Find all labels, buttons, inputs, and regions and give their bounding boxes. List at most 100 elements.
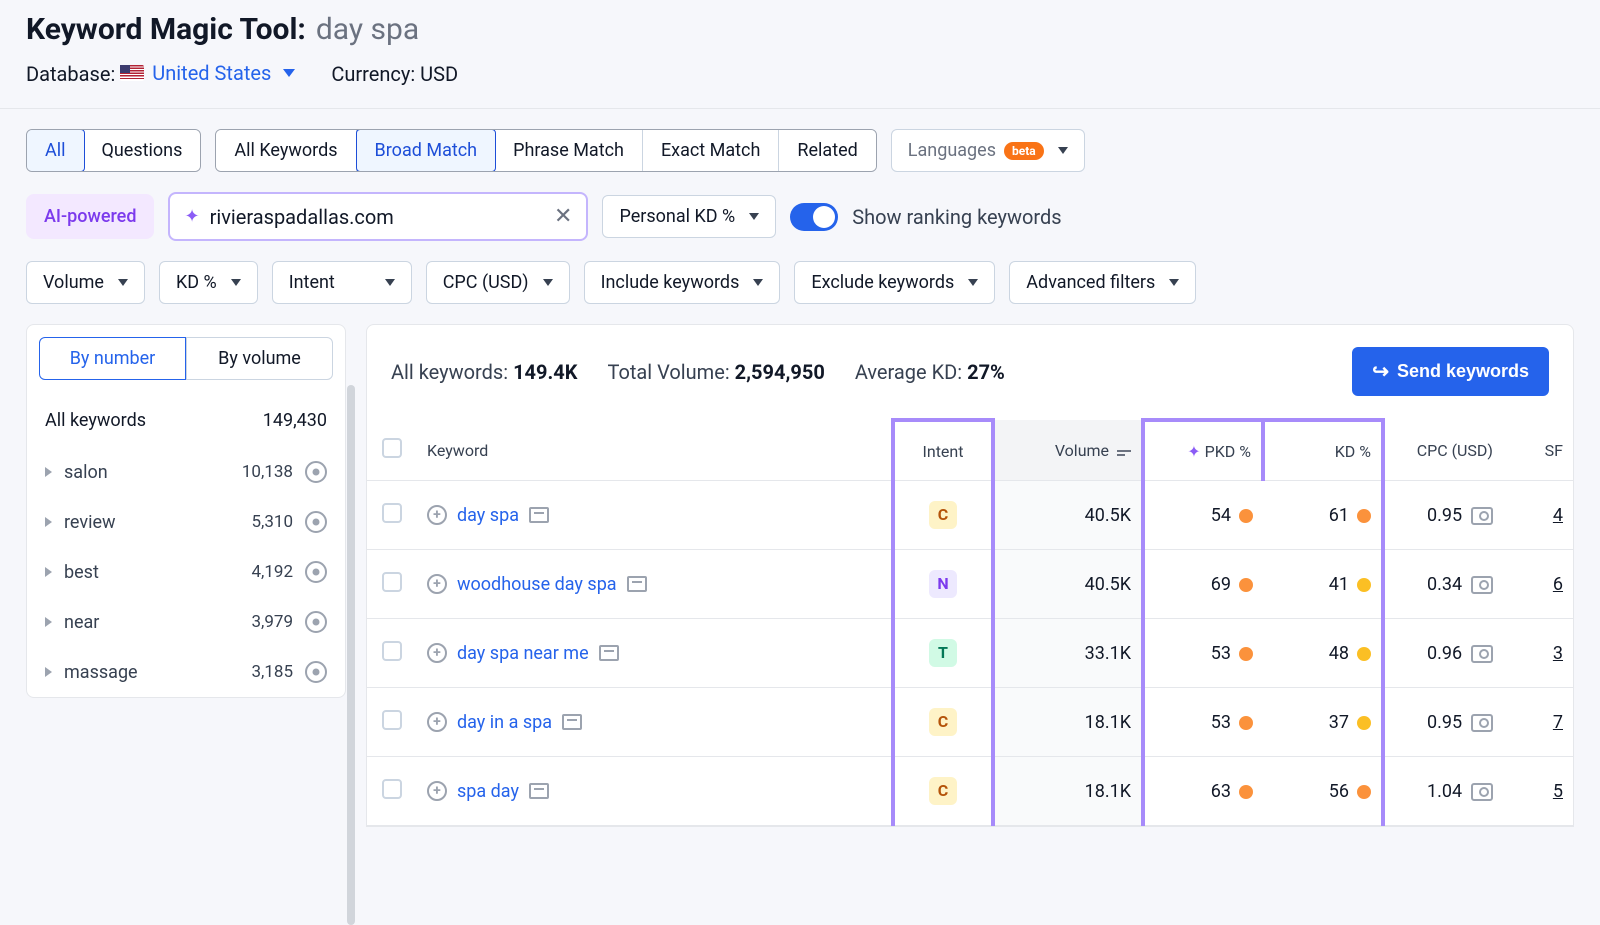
row-checkbox[interactable]	[382, 572, 402, 592]
eye-icon[interactable]	[305, 561, 327, 583]
eye-icon[interactable]	[305, 661, 327, 683]
eye-icon[interactable]	[305, 611, 327, 633]
sidebar-item-count: 3,185	[251, 662, 293, 682]
match-all-keywords[interactable]: All Keywords	[216, 130, 356, 171]
serp-icon[interactable]	[1471, 576, 1493, 594]
eye-icon[interactable]	[305, 511, 327, 533]
match-broad[interactable]: Broad Match	[356, 129, 497, 172]
sidebar-item[interactable]: best 4,192	[27, 547, 345, 597]
table-row: + woodhouse day spa N 40.5K 69 41 0.34 6	[367, 550, 1573, 619]
chevron-right-icon	[45, 517, 52, 527]
serp-preview-icon[interactable]	[529, 507, 549, 523]
sidebar-all-keywords[interactable]: All keywords 149,430	[27, 394, 345, 447]
sidebar-item[interactable]: near 3,979	[27, 597, 345, 647]
row-checkbox[interactable]	[382, 503, 402, 523]
keyword-link[interactable]: day spa	[457, 505, 519, 526]
row-checkbox[interactable]	[382, 710, 402, 730]
keyword-link[interactable]: day in a spa	[457, 712, 552, 733]
kd-cell: 41	[1263, 550, 1383, 619]
filter-questions[interactable]: Questions	[84, 130, 201, 171]
filter-cpc[interactable]: CPC (USD)	[426, 261, 570, 304]
database-selector[interactable]: United States	[120, 61, 295, 85]
difficulty-dot-icon	[1239, 509, 1253, 523]
filter-all[interactable]: All	[26, 129, 85, 172]
clear-icon[interactable]: ✕	[554, 204, 572, 229]
serp-preview-icon[interactable]	[627, 576, 647, 592]
eye-icon[interactable]	[305, 461, 327, 483]
chevron-down-icon	[753, 279, 763, 286]
serp-preview-icon[interactable]	[529, 783, 549, 799]
add-keyword-icon[interactable]: +	[427, 505, 447, 525]
languages-dropdown[interactable]: Languages beta	[891, 129, 1085, 172]
pkd-cell: 63	[1143, 757, 1263, 826]
add-keyword-icon[interactable]: +	[427, 574, 447, 594]
chevron-down-icon	[968, 279, 978, 286]
keyword-link[interactable]: day spa near me	[457, 643, 589, 664]
col-volume[interactable]: Volume	[993, 420, 1143, 481]
keyword-link[interactable]: woodhouse day spa	[457, 574, 617, 595]
add-keyword-icon[interactable]: +	[427, 643, 447, 663]
sidebar-item[interactable]: massage 3,185	[27, 647, 345, 697]
serp-icon[interactable]	[1471, 783, 1493, 801]
match-related[interactable]: Related	[779, 130, 875, 171]
page-header: Keyword Magic Tool: day spa Database: Un…	[0, 0, 1600, 108]
personal-kd-dropdown[interactable]: Personal KD %	[602, 195, 776, 238]
filter-intent[interactable]: Intent	[272, 261, 412, 304]
serp-preview-icon[interactable]	[599, 645, 619, 661]
pkd-cell: 53	[1143, 619, 1263, 688]
currency-label: Currency: USD	[331, 62, 458, 86]
serp-icon[interactable]	[1471, 507, 1493, 525]
show-ranking-toggle[interactable]	[790, 203, 838, 231]
scrollbar[interactable]	[347, 385, 355, 925]
table-row: + day in a spa C 18.1K 53 37 0.95 7	[367, 688, 1573, 757]
add-keyword-icon[interactable]: +	[427, 712, 447, 732]
difficulty-dot-icon	[1239, 716, 1253, 730]
filter-volume[interactable]: Volume	[26, 261, 145, 304]
select-all-checkbox[interactable]	[382, 438, 402, 458]
difficulty-dot-icon	[1239, 785, 1253, 799]
col-sf[interactable]: SF	[1503, 420, 1573, 481]
filter-exclude[interactable]: Exclude keywords	[794, 261, 995, 304]
match-type-group: All Keywords Broad Match Phrase Match Ex…	[215, 129, 876, 172]
col-intent[interactable]: Intent	[893, 420, 993, 481]
col-cpc[interactable]: CPC (USD)	[1383, 420, 1503, 481]
serp-icon[interactable]	[1471, 714, 1493, 732]
add-keyword-icon[interactable]: +	[427, 781, 447, 801]
col-kd[interactable]: KD %	[1263, 420, 1383, 481]
col-keyword[interactable]: Keyword	[417, 420, 893, 481]
send-keywords-button[interactable]: ↪ Send keywords	[1352, 347, 1549, 396]
row-checkbox[interactable]	[382, 641, 402, 661]
sidebar-by-volume[interactable]: By volume	[186, 337, 333, 380]
col-pkd[interactable]: ✦PKD %	[1143, 420, 1263, 481]
kd-cell: 48	[1263, 619, 1383, 688]
intent-badge: T	[929, 639, 957, 667]
ai-powered-label: AI-powered	[26, 194, 154, 239]
match-exact[interactable]: Exact Match	[643, 130, 779, 171]
filter-include[interactable]: Include keywords	[584, 261, 781, 304]
sidebar-by-number[interactable]: By number	[39, 337, 186, 380]
arrow-icon: ↪	[1372, 359, 1389, 384]
sidebar-item[interactable]: review 5,310	[27, 497, 345, 547]
keyword-link[interactable]: spa day	[457, 781, 519, 802]
database-value: United States	[152, 61, 271, 85]
sidebar-item[interactable]: salon 10,138	[27, 447, 345, 497]
volume-cell: 33.1K	[993, 619, 1143, 688]
cpc-cell: 0.95	[1383, 481, 1503, 550]
volume-cell: 18.1K	[993, 757, 1143, 826]
database-label: Database:	[26, 62, 115, 86]
chevron-down-icon	[283, 69, 295, 77]
sidebar-all-kw-count: 149,430	[263, 410, 327, 431]
volume-cell: 18.1K	[993, 688, 1143, 757]
sidebar-item-count: 10,138	[242, 462, 293, 482]
filter-kd[interactable]: KD %	[159, 261, 258, 304]
serp-preview-icon[interactable]	[562, 714, 582, 730]
serp-icon[interactable]	[1471, 645, 1493, 663]
row-checkbox[interactable]	[382, 779, 402, 799]
match-phrase[interactable]: Phrase Match	[495, 130, 643, 171]
sf-cell: 5	[1503, 757, 1573, 826]
volume-cell: 40.5K	[993, 550, 1143, 619]
filter-advanced[interactable]: Advanced filters	[1009, 261, 1196, 304]
domain-input[interactable]: ✦ rivieraspadallas.com ✕	[168, 192, 588, 241]
chevron-down-icon	[1169, 279, 1179, 286]
keywords-table: Keyword Intent Volume ✦PKD % KD % CPC (U…	[367, 418, 1573, 826]
